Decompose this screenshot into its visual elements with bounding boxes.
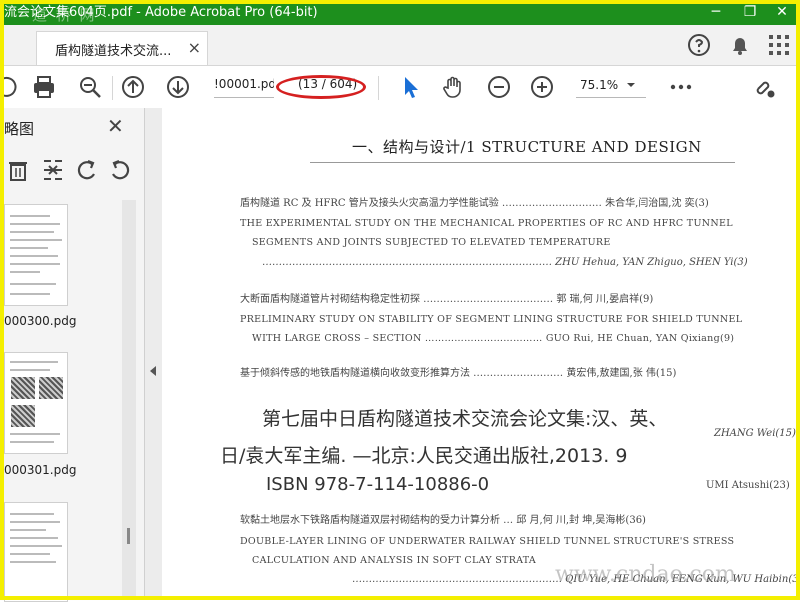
title-bar: 流会论文集604页.pdf - Adobe Acrobat Pro (64-bi…: [0, 0, 800, 25]
next-page-icon[interactable]: [165, 74, 191, 100]
toc-entry: CALCULATION AND ANALYSIS IN SOFT CLAY ST…: [252, 555, 537, 566]
document-tab[interactable]: 盾构隧道技术交流... ×: [36, 31, 208, 65]
toc-entry: DOUBLE-LAYER LINING OF UNDERWATER RAILWA…: [240, 536, 735, 547]
scrollbar-grip[interactable]: [127, 528, 130, 544]
pdf-page: 一、结构与设计/1 STRUCTURE AND DESIGN 盾构隧道 RC 及…: [162, 108, 800, 600]
document-tab-label: 盾构隧道技术交流...: [55, 44, 172, 59]
hand-tool-icon[interactable]: [441, 74, 467, 100]
page-count-highlight: [276, 75, 366, 99]
select-cursor-icon[interactable]: [398, 74, 424, 100]
page-thumbnail[interactable]: [4, 502, 68, 602]
document-viewer[interactable]: 一、结构与设计/1 STRUCTURE AND DESIGN 盾构隧道 RC 及…: [162, 108, 800, 600]
split-page-icon[interactable]: [41, 158, 65, 182]
chevron-down-icon[interactable]: [624, 78, 638, 92]
toc-entry: SEGMENTS AND JOINTS SUBJECTED TO ELEVATE…: [252, 237, 611, 248]
share-link-icon[interactable]: [752, 74, 778, 100]
collapse-panel-handle[interactable]: [145, 108, 162, 600]
close-tab-icon[interactable]: ×: [188, 38, 201, 57]
help-icon[interactable]: [686, 32, 712, 58]
apps-grid-icon[interactable]: [766, 32, 792, 58]
minimize-button[interactable]: ─: [700, 0, 732, 25]
save-icon[interactable]: [0, 74, 20, 100]
toc-entry: …………………………………………………………………………… ZHU Hehua,…: [262, 257, 748, 268]
zoom-out-icon[interactable]: [486, 74, 512, 100]
toc-entry: 盾构隧道 RC 及 HFRC 管片及接头火灾高温力学性能试验 …………………………: [240, 198, 709, 209]
rotate-right-icon[interactable]: [108, 158, 132, 182]
zoom-level-dropdown[interactable]: 75.1%: [580, 78, 618, 92]
main-toolbar: !00001.pdg (13 / 604) 75.1%: [0, 66, 800, 109]
site-watermark: www.cndao.com: [555, 562, 736, 587]
print-icon[interactable]: [31, 74, 57, 100]
panel-title: 略图: [4, 120, 35, 138]
previous-page-icon[interactable]: [120, 74, 146, 100]
toc-entry: 软黏土地层水下铁路盾构隧道双层衬砌结构的受力计算分析 … 邱 月,何 川,封 坤…: [240, 515, 646, 526]
tab-bar: 盾构隧道技术交流... ×: [0, 25, 800, 66]
maximize-button[interactable]: ❐: [734, 0, 766, 25]
thumbnail-label: 000300.pdg: [4, 314, 77, 328]
page-heading: 一、结构与设计/1 STRUCTURE AND DESIGN: [352, 138, 702, 156]
page-number-input[interactable]: !00001.pdg: [214, 77, 274, 98]
toolbar-divider: [112, 76, 113, 100]
toc-entry: 大断面盾构隧道管片衬砌结构稳定性初探 ………………………………… 郭 瑞,何 川…: [240, 294, 654, 305]
heading-rule: [310, 162, 735, 163]
zoom-out-magnifier-icon[interactable]: [77, 74, 103, 100]
page-thumbnails-panel: 略图 ✕ 000300.pdg 000301.pdg: [0, 108, 145, 602]
toc-entry: 基于倾斜传感的地铁盾构隧道横向收敛变形推算方法 ……………………… 黄宏伟,敖建…: [240, 368, 677, 379]
delete-page-icon[interactable]: [6, 158, 30, 182]
page-thumbnail[interactable]: [4, 352, 68, 454]
chevron-left-icon: [150, 366, 156, 376]
toolbar-divider: [378, 76, 379, 100]
close-window-button[interactable]: ✕: [766, 0, 798, 25]
toc-entry: PRELIMINARY STUDY ON STABILITY OF SEGMEN…: [240, 314, 743, 325]
close-panel-icon[interactable]: ✕: [107, 114, 124, 138]
toc-author: UMI Atsushi(23): [706, 480, 790, 491]
zoom-underline: [576, 97, 646, 98]
cip-isbn: ISBN 978-7-114-10886-0: [266, 474, 490, 495]
toc-author: ZHANG Wei(15): [714, 428, 796, 439]
rotate-left-icon[interactable]: [75, 158, 99, 182]
page-thumbnail[interactable]: [4, 204, 68, 306]
more-tools-icon[interactable]: [668, 74, 694, 100]
notification-bell-icon[interactable]: [727, 32, 753, 58]
toc-entry: WITH LARGE CROSS – SECTION ……………………………… …: [252, 333, 735, 344]
zoom-in-icon[interactable]: [529, 74, 555, 100]
cip-editor: 日/袁大军主编. —北京:人民交通出版社,2013. 9: [220, 445, 628, 467]
cip-title: 第七届中日盾构隧道技术交流会论文集:汉、英、: [262, 408, 668, 430]
thumbnail-label: 000301.pdg: [4, 463, 77, 477]
toc-entry: THE EXPERIMENTAL STUDY ON THE MECHANICAL…: [240, 218, 733, 229]
